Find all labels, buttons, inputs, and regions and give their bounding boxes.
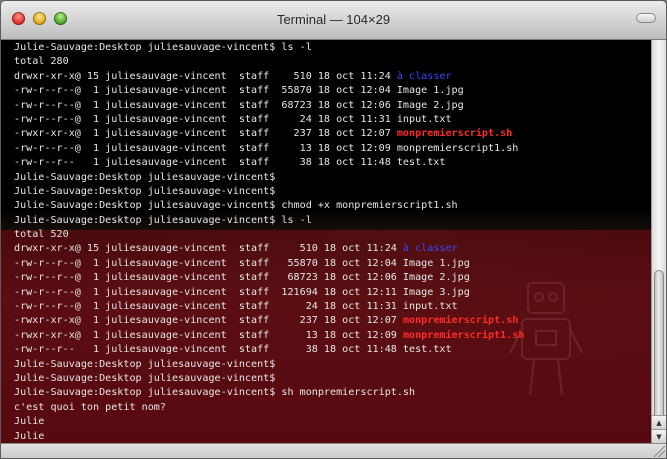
- arrow-down-icon: ▼: [656, 433, 662, 441]
- terminal-text: drwxr-xr-x@ 15 juliesauvage-vincent staf…: [14, 243, 403, 255]
- window-title: Terminal — 104×29: [276, 12, 391, 27]
- title-bar[interactable]: Terminal — 104×29: [1, 1, 666, 40]
- terminal-text: -rw-r--r-- 1 juliesauvage-vincent staff …: [14, 157, 446, 169]
- terminal-line: Julie-Sauvage:Desktop juliesauvage-vince…: [14, 171, 652, 185]
- resize-grip-icon[interactable]: [654, 446, 665, 457]
- terminal-line: Julie-Sauvage:Desktop juliesauvage-vince…: [14, 199, 652, 213]
- terminal-output[interactable]: Julie-Sauvage:Desktop juliesauvage-vince…: [14, 41, 652, 458]
- terminal-text: Julie: [14, 416, 45, 428]
- terminal-line: total 280: [14, 55, 652, 69]
- terminal-text: Julie-Sauvage:Desktop juliesauvage-vince…: [14, 42, 312, 53]
- terminal-content[interactable]: Julie-Sauvage:Desktop juliesauvage-vince…: [1, 40, 652, 457]
- scroll-down-button[interactable]: ▼: [652, 429, 666, 444]
- terminal-text: -rw-r--r--@ 1 juliesauvage-vincent staff…: [14, 257, 470, 269]
- terminal-line: Julie-Sauvage:Desktop juliesauvage-vince…: [14, 185, 652, 199]
- terminal-line: Julie-Sauvage:Desktop juliesauvage-vince…: [14, 358, 652, 372]
- terminal-line: -rw-r--r--@ 1 juliesauvage-vincent staff…: [14, 271, 652, 285]
- executable-name: monpremierscript.sh: [402, 315, 519, 327]
- terminal-line: total 520: [14, 228, 652, 242]
- terminal-text: -rwxr-xr-x@ 1 juliesauvage-vincent staff…: [14, 315, 403, 327]
- terminal-line: drwxr-xr-x@ 15 juliesauvage-vincent staf…: [14, 242, 652, 256]
- terminal-line: Julie: [14, 415, 652, 429]
- terminal-text: Julie-Sauvage:Desktop juliesauvage-vince…: [14, 372, 276, 384]
- terminal-line: -rw-r--r--@ 1 juliesauvage-vincent staff…: [14, 84, 652, 98]
- arrow-up-icon: ▲: [656, 419, 662, 427]
- terminal-line: -rw-r--r--@ 1 juliesauvage-vincent staff…: [14, 99, 652, 113]
- terminal-text: c'est quoi ton petit nom?: [14, 401, 166, 413]
- terminal-text: -rw-r--r--@ 1 juliesauvage-vincent staff…: [14, 301, 458, 313]
- terminal-text: -rw-r--r--@ 1 juliesauvage-vincent staff…: [14, 272, 470, 284]
- terminal-line: -rwxr-xr-x@ 1 juliesauvage-vincent staff…: [14, 329, 652, 343]
- terminal-line: Julie-Sauvage:Desktop juliesauvage-vince…: [14, 214, 652, 228]
- scrollbar-thumb[interactable]: [654, 270, 664, 420]
- terminal-text: total 280: [14, 56, 69, 68]
- executable-name: monpremierscript.sh: [396, 128, 513, 140]
- terminal-text: Julie-Sauvage:Desktop juliesauvage-vince…: [14, 200, 458, 212]
- terminal-line: Julie-Sauvage:Desktop juliesauvage-vince…: [14, 372, 652, 386]
- terminal-line: -rw-r--r--@ 1 juliesauvage-vincent staff…: [14, 286, 652, 300]
- terminal-line: -rwxr-xr-x@ 1 juliesauvage-vincent staff…: [14, 127, 652, 141]
- executable-name: monpremierscript1.sh: [402, 329, 525, 341]
- terminal-text: Julie-Sauvage:Desktop juliesauvage-vince…: [14, 214, 312, 226]
- terminal-text: Julie: [14, 430, 45, 442]
- terminal-line: -rw-r--r-- 1 juliesauvage-vincent staff …: [14, 343, 652, 357]
- scroll-up-button[interactable]: ▲: [652, 415, 666, 430]
- terminal-text: -rwxr-xr-x@ 1 juliesauvage-vincent staff…: [14, 128, 397, 140]
- terminal-window: Terminal — 104×29 Julie-Sauvage:Desktop …: [0, 0, 667, 459]
- terminal-text: Julie-Sauvage:Desktop juliesauvage-vince…: [14, 358, 276, 370]
- terminal-text: Julie-Sauvage:Desktop juliesauvage-vince…: [14, 185, 276, 197]
- terminal-line: -rw-r--r--@ 1 juliesauvage-vincent staff…: [14, 257, 652, 271]
- terminal-text: total 520: [14, 229, 69, 241]
- directory-name: à classer: [402, 243, 458, 255]
- terminal-line: -rw-r--r--@ 1 juliesauvage-vincent staff…: [14, 113, 652, 127]
- terminal-line: Julie: [14, 430, 652, 444]
- terminal-line: -rw-r--r--@ 1 juliesauvage-vincent staff…: [14, 142, 652, 156]
- terminal-text: -rw-r--r-- 1 juliesauvage-vincent staff …: [14, 344, 452, 356]
- terminal-line: Julie-Sauvage:Desktop juliesauvage-vince…: [14, 41, 652, 55]
- bottom-bar: [1, 443, 666, 458]
- terminal-text: -rw-r--r--@ 1 juliesauvage-vincent staff…: [14, 142, 519, 154]
- terminal-line: drwxr-xr-x@ 15 juliesauvage-vincent staf…: [14, 70, 652, 84]
- toolbar-toggle-button[interactable]: [636, 13, 656, 23]
- terminal-text: -rwxr-xr-x@ 1 juliesauvage-vincent staff…: [14, 329, 403, 341]
- terminal-text: -rw-r--r--@ 1 juliesauvage-vincent staff…: [14, 99, 464, 111]
- vertical-scrollbar[interactable]: ▲ ▼: [651, 40, 666, 444]
- terminal-line: Julie-Sauvage:Desktop juliesauvage-vince…: [14, 386, 652, 400]
- terminal-line: c'est quoi ton petit nom?: [14, 401, 652, 415]
- directory-name: à classer: [396, 70, 452, 82]
- terminal-text: Julie-Sauvage:Desktop juliesauvage-vince…: [14, 171, 276, 183]
- terminal-text: -rw-r--r--@ 1 juliesauvage-vincent staff…: [14, 286, 470, 298]
- terminal-line: -rw-r--r-- 1 juliesauvage-vincent staff …: [14, 156, 652, 170]
- terminal-line: -rwxr-xr-x@ 1 juliesauvage-vincent staff…: [14, 314, 652, 328]
- terminal-text: Julie-Sauvage:Desktop juliesauvage-vince…: [14, 387, 416, 399]
- terminal-text: -rw-r--r--@ 1 juliesauvage-vincent staff…: [14, 113, 452, 125]
- terminal-line: -rw-r--r--@ 1 juliesauvage-vincent staff…: [14, 300, 652, 314]
- terminal-text: drwxr-xr-x@ 15 juliesauvage-vincent staf…: [14, 70, 397, 82]
- terminal-text: -rw-r--r--@ 1 juliesauvage-vincent staff…: [14, 85, 464, 97]
